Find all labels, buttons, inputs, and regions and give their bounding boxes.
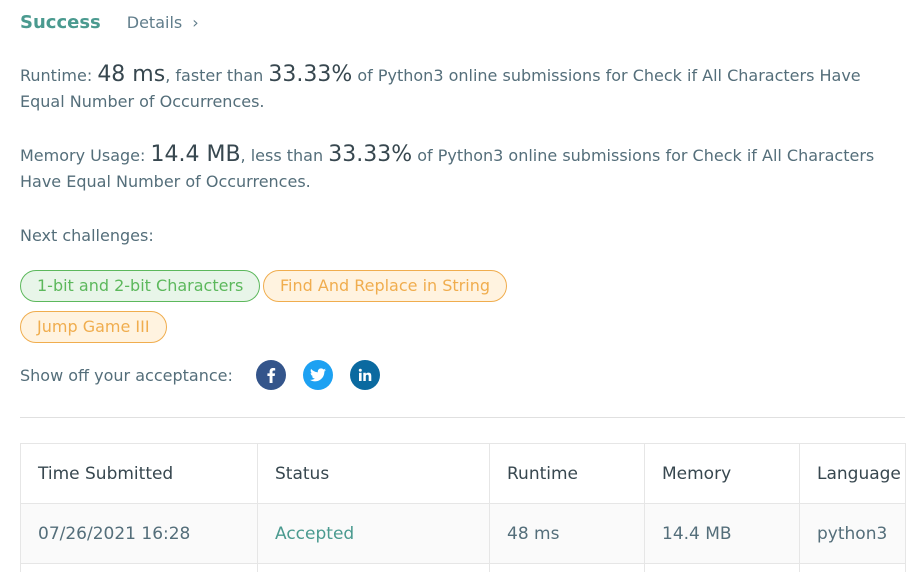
share-label: Show off your acceptance: xyxy=(20,365,233,385)
memory-stat: Memory Usage: 14.4 MB, less than 33.33% … xyxy=(20,142,900,195)
details-link[interactable]: Details › xyxy=(127,13,199,32)
runtime-stat: Runtime: 48 ms, faster than 33.33% of Py… xyxy=(20,62,900,115)
column-header-memory[interactable]: Memory xyxy=(644,443,800,504)
cell-empty xyxy=(257,563,490,572)
memory-middle: , less than xyxy=(240,146,329,165)
runtime-label: Runtime: xyxy=(20,66,98,85)
column-header-runtime[interactable]: Runtime xyxy=(489,443,645,504)
memory-label: Memory Usage: xyxy=(20,146,151,165)
cell-status: Accepted xyxy=(257,503,490,564)
cell-empty xyxy=(799,563,906,572)
table-row[interactable]: 07/26/2021 16:28 Accepted 48 ms 14.4 MB … xyxy=(20,503,906,564)
runtime-value: 48 ms xyxy=(97,62,166,87)
twitter-glyph xyxy=(310,368,326,382)
cell-runtime: 48 ms xyxy=(489,503,645,564)
memory-value: 14.4 MB xyxy=(150,142,241,167)
submission-result-page: Success Details › Runtime: 48 ms, faster… xyxy=(0,0,924,572)
twitter-icon[interactable] xyxy=(303,360,333,390)
cell-language: python3 xyxy=(799,503,906,564)
facebook-glyph xyxy=(267,368,276,383)
divider xyxy=(20,417,905,418)
linkedin-glyph xyxy=(358,368,372,381)
table-row-partial xyxy=(20,563,906,572)
linkedin-icon[interactable] xyxy=(350,360,380,390)
runtime-middle: , faster than xyxy=(165,66,269,85)
column-header-time[interactable]: Time Submitted xyxy=(20,443,258,504)
details-label: Details xyxy=(126,13,183,32)
submissions-table: Time Submitted Status Runtime Memory Lan… xyxy=(20,443,906,572)
facebook-icon[interactable] xyxy=(256,360,286,390)
cell-time-submitted: 07/26/2021 16:28 xyxy=(20,503,258,564)
cell-empty xyxy=(489,563,645,572)
challenge-chip-medium[interactable]: Find And Replace in String xyxy=(263,270,507,302)
result-header: Success Details › xyxy=(20,12,199,33)
cell-empty xyxy=(644,563,800,572)
challenge-chip-easy[interactable]: 1-bit and 2-bit Characters xyxy=(20,270,261,302)
cell-memory: 14.4 MB xyxy=(644,503,800,564)
column-header-status[interactable]: Status xyxy=(257,443,490,504)
share-row: Show off your acceptance: xyxy=(20,360,397,390)
column-header-language[interactable]: Language xyxy=(799,443,906,504)
runtime-percent: 33.33% xyxy=(268,62,353,87)
challenge-chip-medium[interactable]: Jump Game III xyxy=(20,311,167,343)
accepted-link[interactable]: Accepted xyxy=(275,524,354,544)
next-challenges-label: Next challenges: xyxy=(20,226,154,245)
memory-percent: 33.33% xyxy=(328,142,413,167)
chevron-right-icon: › xyxy=(192,13,199,32)
status-title: Success xyxy=(20,12,101,33)
table-header-row: Time Submitted Status Runtime Memory Lan… xyxy=(20,443,906,504)
cell-empty xyxy=(20,563,258,572)
